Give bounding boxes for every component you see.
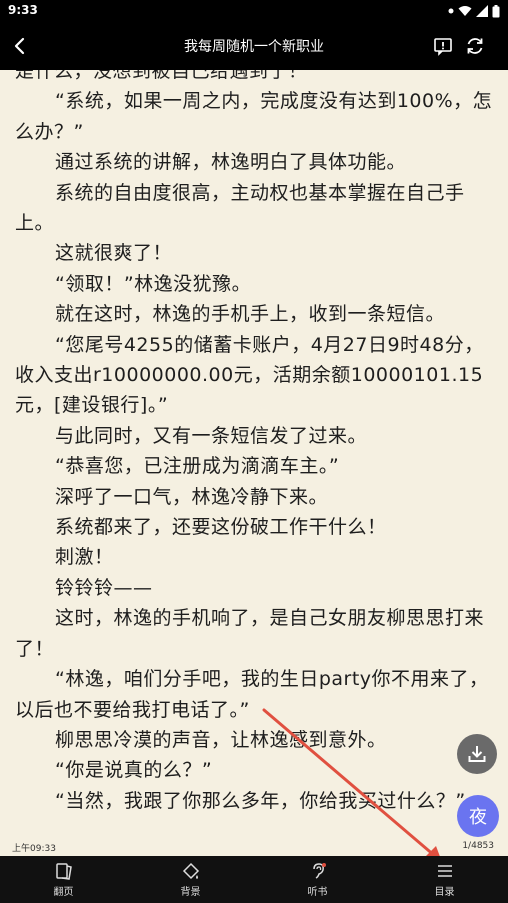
- tab-contents[interactable]: 目录: [381, 856, 508, 903]
- night-mode-button[interactable]: 夜: [457, 795, 499, 837]
- paragraph: “系统，如果一周之内，完成度没有达到100%，怎么办？”: [15, 90, 493, 143]
- paragraph: 铃铃铃——: [55, 576, 153, 599]
- paragraph: “领取！”林逸没犹豫。: [55, 272, 252, 295]
- status-bar: 9:33: [0, 0, 508, 22]
- status-time: 9:33: [8, 3, 38, 17]
- paragraph: 是什么，没想到被自己给遇到了！: [15, 70, 308, 82]
- report-icon[interactable]: [432, 35, 454, 57]
- wifi-icon: [458, 6, 472, 16]
- contents-icon: [437, 865, 452, 877]
- refresh-icon[interactable]: [464, 35, 486, 57]
- paragraph: 就在这时，林逸的手机手上，收到一条短信。: [55, 303, 446, 326]
- paragraph: 刺激！: [55, 546, 114, 569]
- paragraph: “你是说真的么？”: [55, 759, 213, 782]
- tab-label: 目录: [434, 887, 455, 898]
- background-icon: [182, 862, 199, 880]
- back-arrow-icon[interactable]: [6, 32, 34, 60]
- paragraph: 这就很爽了！: [55, 242, 173, 265]
- paragraph: “恭喜您，已注册成为滴滴车主。”: [55, 455, 340, 478]
- paragraph: 通过系统的讲解，林逸明白了具体功能。: [55, 151, 407, 174]
- tab-background[interactable]: 背景: [127, 856, 254, 903]
- paragraph: 深呼了一口气，林逸冷静下来。: [55, 485, 329, 508]
- dot-icon: [448, 8, 454, 14]
- tab-listen[interactable]: 听书: [254, 856, 381, 903]
- clock-footer: 上午09:33: [12, 844, 56, 854]
- tab-label: 背景: [180, 887, 201, 898]
- paragraph: 与此同时，又有一条短信发了过来。: [55, 424, 368, 447]
- chapter-text: 是什么，没想到被自己给遇到了！ “系统，如果一周之内，完成度没有达到100%，怎…: [15, 70, 499, 816]
- signal-icon: [476, 5, 488, 17]
- download-icon: [468, 746, 486, 762]
- reader-content[interactable]: 是什么，没想到被自己给遇到了！ “系统，如果一周之内，完成度没有达到100%，怎…: [0, 70, 508, 836]
- paragraph: 这时，林逸的手机响了，是自己女朋友柳思思打来了！: [15, 607, 485, 660]
- tab-page-turn[interactable]: 翻页: [0, 856, 127, 903]
- paragraph: “林逸，咱们分手吧，我的生日party你不用来了，以后也不要给我打电话了。”: [15, 668, 489, 721]
- tab-label: 翻页: [53, 887, 74, 898]
- bottom-toolbar: 翻页 背景 听书 目录: [0, 856, 508, 903]
- battery-icon: [492, 4, 500, 17]
- paragraph: “当然，我跟了你那么多年，你给我买过什么？”: [55, 789, 466, 812]
- book-title: 我每周随机一个新职业: [184, 39, 324, 55]
- page-indicator: 1/4853: [462, 841, 494, 851]
- listen-icon: [312, 863, 326, 879]
- top-bar: 我每周随机一个新职业: [0, 22, 508, 70]
- tab-label: 听书: [307, 887, 328, 898]
- page-turn-icon: [55, 863, 72, 880]
- paragraph: 系统都来了，还要这份破工作干什么！: [55, 516, 387, 539]
- night-mode-label: 夜: [469, 807, 487, 828]
- download-button[interactable]: [457, 734, 497, 774]
- paragraph: “您尾号4255的储蓄卡账户，4月27日9时48分，收入支出r10000000.…: [15, 333, 484, 417]
- paragraph: 系统的自由度很高，主动权也基本掌握在自己手上。: [15, 181, 465, 235]
- paragraph: 柳思思冷漠的声音，让林逸感到意外。: [55, 728, 387, 751]
